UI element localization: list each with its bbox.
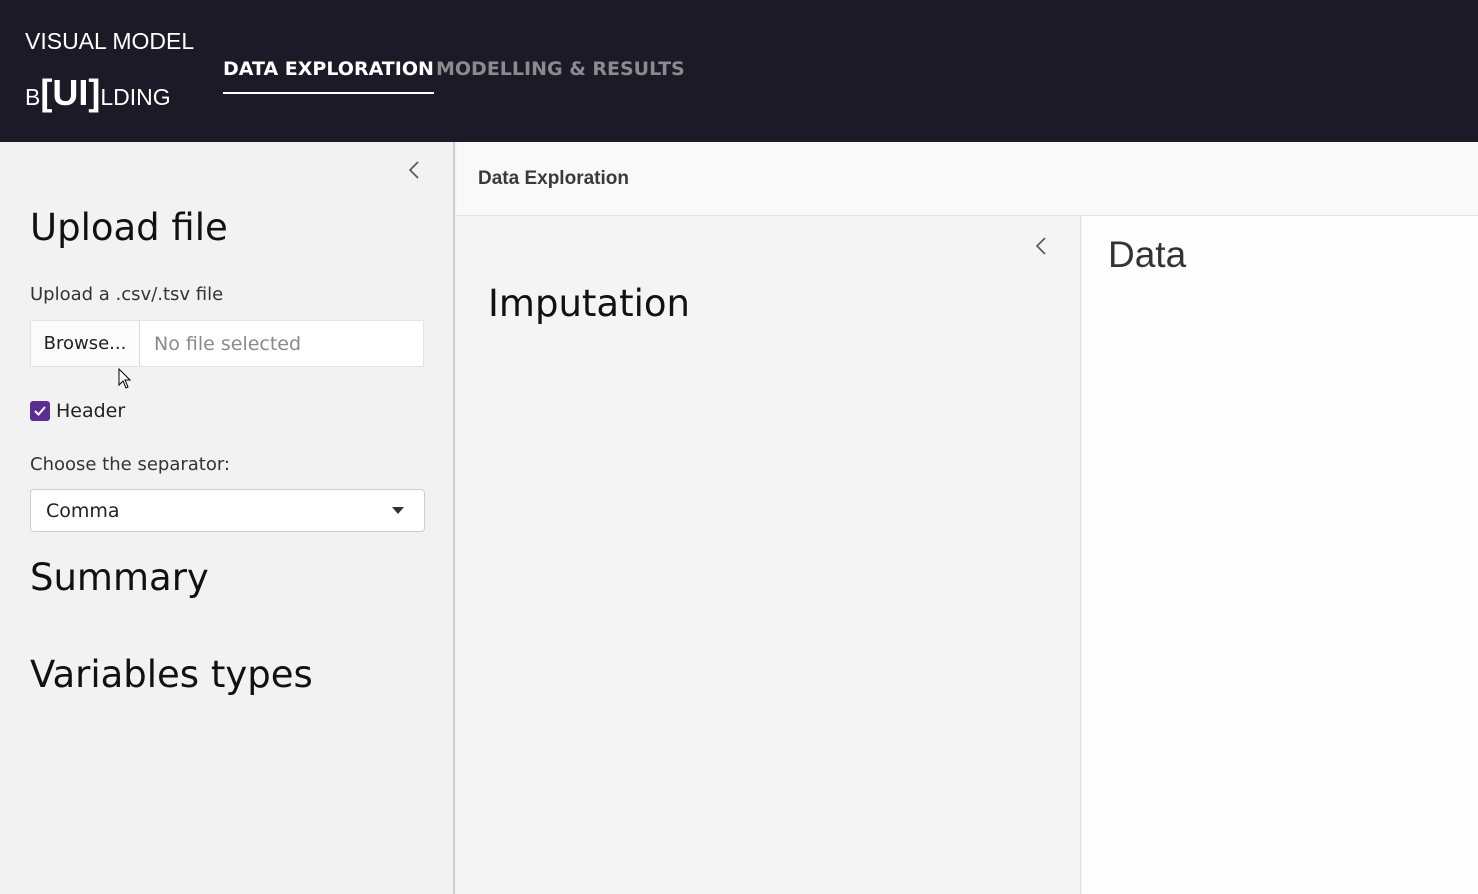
tab-modelling-results[interactable]: MODELLING & RESULTS <box>436 58 685 80</box>
brand-line2: B[UI]LDING <box>25 72 171 114</box>
tab-data-exploration[interactable]: DATA EXPLORATION <box>223 58 434 94</box>
header-checkbox-label: Header <box>56 400 126 422</box>
browse-button[interactable]: Browse... <box>31 321 140 366</box>
brand-line1: VISUAL MODEL <box>25 28 195 54</box>
main-header: Data Exploration <box>457 142 1478 216</box>
chevron-left-icon[interactable] <box>408 160 420 185</box>
imputation-panel: Imputation <box>457 216 1081 894</box>
header-checkbox[interactable]: Header <box>30 400 125 422</box>
page-title: Data Exploration <box>478 168 629 189</box>
separator-label: Choose the separator: <box>30 454 230 475</box>
check-icon[interactable] <box>30 401 50 421</box>
sidebar: Upload file Upload a .csv/.tsv file Brow… <box>0 142 455 894</box>
variables-types-heading: Variables types <box>30 653 313 696</box>
data-heading: Data <box>1108 234 1187 275</box>
top-navbar: VISUAL MODEL B[UI]LDING DATA EXPLORATION… <box>0 0 1478 142</box>
data-panel: Data <box>1082 216 1478 894</box>
upload-label: Upload a .csv/.tsv file <box>30 284 224 305</box>
mouse-cursor-icon <box>118 367 132 394</box>
separator-select[interactable]: Comma <box>30 489 425 532</box>
file-upload-input[interactable]: Browse... No file selected <box>30 320 424 367</box>
brand-prefix: B <box>25 84 41 110</box>
brand-ui: [UI] <box>40 72 101 113</box>
caret-down-icon <box>392 507 404 514</box>
file-placeholder: No file selected <box>154 332 302 355</box>
chevron-left-icon[interactable] <box>1035 236 1047 261</box>
brand-suffix: LDING <box>100 84 171 110</box>
imputation-heading: Imputation <box>488 282 690 325</box>
summary-heading: Summary <box>30 556 209 599</box>
upload-file-heading: Upload file <box>30 206 228 249</box>
separator-value: Comma <box>46 499 120 522</box>
